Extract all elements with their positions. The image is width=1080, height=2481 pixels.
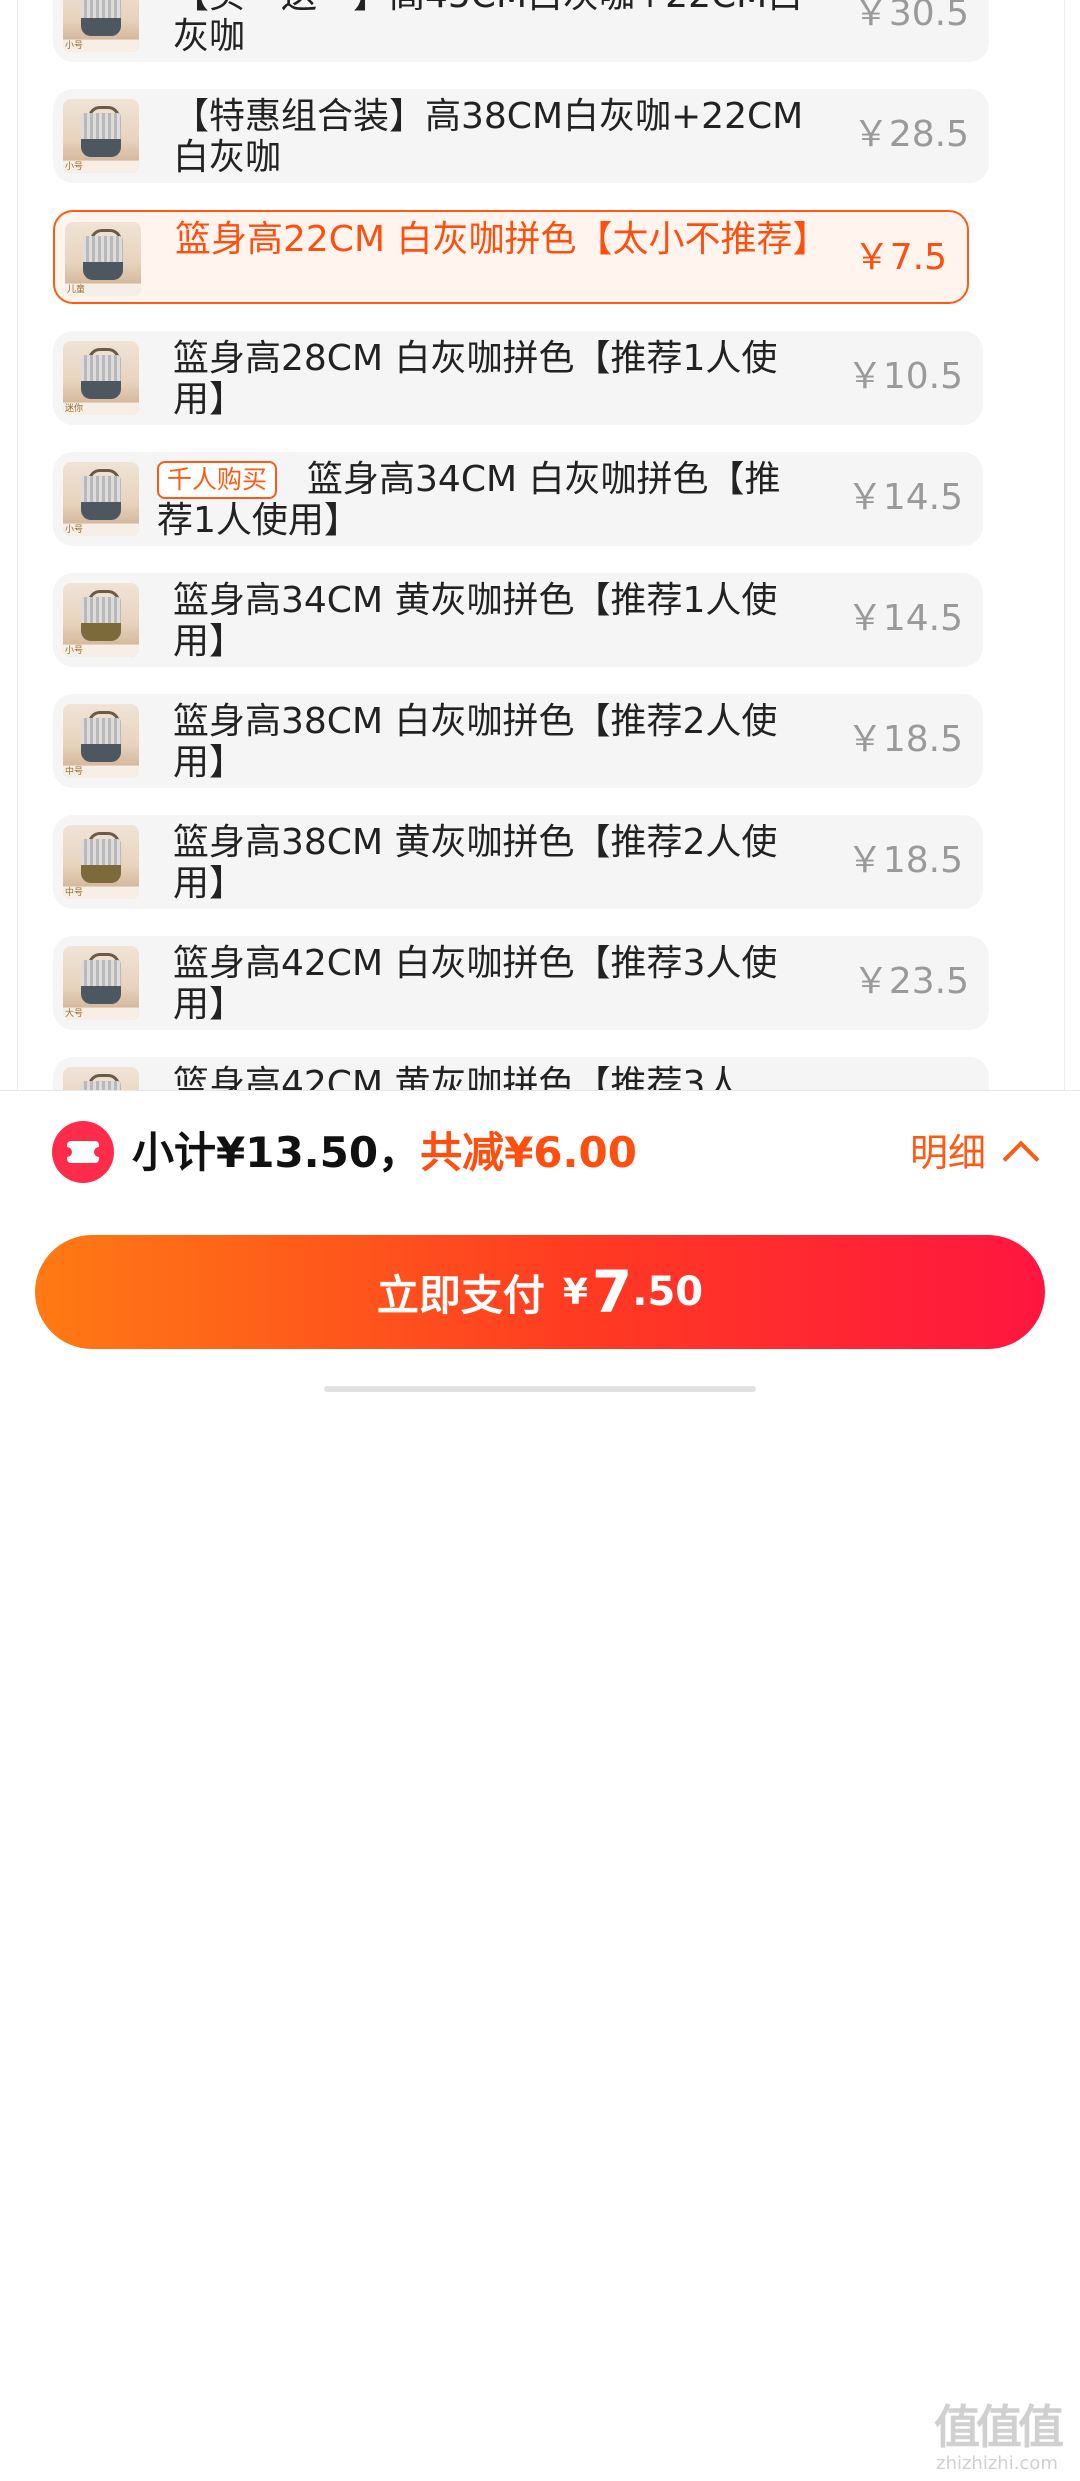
basket-band bbox=[81, 381, 121, 399]
sku-thumbnail: 小号 bbox=[63, 583, 139, 657]
sku-name: 篮身高38CM 白灰咖拼色【推荐2人使用】 bbox=[173, 701, 813, 783]
pay-amount-integer: 7 bbox=[591, 1258, 633, 1326]
basket-band bbox=[81, 986, 121, 1004]
sku-option[interactable]: 小号 【买一送一】高45CM白灰咖+22CM白灰咖 ￥30.5 bbox=[53, 0, 989, 62]
pay-amount-decimal: .50 bbox=[632, 1269, 704, 1315]
popular-badge: 千人购买 bbox=[157, 461, 278, 499]
sku-price: ￥18.5 bbox=[846, 719, 963, 760]
sku-name-text: 篮身高42CM 黄灰咖拼色【推荐3人 bbox=[173, 1064, 742, 1091]
sku-option[interactable]: 中号 篮身高38CM 黄灰咖拼色【推荐2人使用】 ￥18.5 bbox=[53, 815, 983, 909]
sku-name-text: 篮身高22CM 白灰咖拼色【太小不推荐】 bbox=[175, 219, 829, 260]
sku-name-text: 篮身高34CM 黄灰咖拼色【推荐1人使用】 bbox=[173, 580, 778, 662]
sku-price: ￥7.5 bbox=[853, 237, 947, 278]
sku-option[interactable]: 小号 千人购买 篮身高34CM 白灰咖拼色【推荐1人使用】 ￥14.5 bbox=[53, 452, 983, 546]
sku-thumb-label: 小号 bbox=[65, 525, 84, 535]
sku-name: 篮身高42CM 黄灰咖拼色【推荐3人 bbox=[173, 1064, 813, 1091]
sku-name: 篮身高34CM 黄灰咖拼色【推荐1人使用】 bbox=[173, 580, 813, 662]
basket-band bbox=[81, 623, 121, 641]
sku-price: ￥18.5 bbox=[846, 840, 963, 881]
sku-name-text: 【买一送一】高45CM白灰咖+22CM白灰咖 bbox=[173, 0, 803, 57]
sku-thumb-label: 大号 bbox=[65, 1009, 84, 1019]
sku-name-text: 篮身高38CM 黄灰咖拼色【推荐2人使用】 bbox=[173, 822, 778, 904]
sku-name: 【特惠组合装】高38CM白灰咖+22CM白灰咖 bbox=[173, 96, 813, 178]
home-indicator bbox=[324, 1386, 756, 1392]
watermark-mark: 值值值 bbox=[934, 2400, 1064, 2454]
sku-option[interactable]: 小号 篮身高34CM 黄灰咖拼色【推荐1人使用】 ￥14.5 bbox=[53, 573, 983, 667]
watermark-site: zhizhizhi.com bbox=[936, 2453, 1058, 2474]
sku-name-text: 篮身高42CM 白灰咖拼色【推荐3人使用】 bbox=[173, 943, 778, 1025]
ticket-shape bbox=[62, 1141, 104, 1163]
sku-name-text: 【特惠组合装】高38CM白灰咖+22CM白灰咖 bbox=[173, 96, 804, 178]
sku-option[interactable]: 大号 篮身高42CM 白灰咖拼色【推荐3人使用】 ￥23.5 bbox=[53, 936, 989, 1030]
sku-option[interactable]: 大号 篮身高42CM 黄灰咖拼色【推荐3人 bbox=[53, 1057, 989, 1090]
sku-option[interactable]: 小号 【特惠组合装】高38CM白灰咖+22CM白灰咖 ￥28.5 bbox=[53, 89, 989, 183]
basket-band bbox=[81, 18, 121, 36]
basket-band bbox=[81, 139, 121, 157]
sku-name: 篮身高42CM 白灰咖拼色【推荐3人使用】 bbox=[173, 943, 813, 1025]
basket-shape bbox=[81, 1081, 121, 1090]
discount-amount: 共减¥6.00 bbox=[420, 1128, 637, 1177]
sku-name: 【买一送一】高45CM白灰咖+22CM白灰咖 bbox=[173, 0, 813, 57]
checkout-bar: 小计¥13.50，共减¥6.00 明细 立即支付 ¥ 7 .50 值值值 zhi… bbox=[0, 1090, 1080, 2474]
pay-currency: ¥ bbox=[562, 1271, 588, 1313]
sku-thumb-label: 中号 bbox=[65, 767, 84, 777]
sku-name-text: 篮身高28CM 白灰咖拼色【推荐1人使用】 bbox=[173, 338, 778, 420]
sku-name: 篮身高28CM 白灰咖拼色【推荐1人使用】 bbox=[173, 338, 813, 420]
sku-thumb-label: 中号 bbox=[65, 888, 84, 898]
pay-now-button[interactable]: 立即支付 ¥ 7 .50 bbox=[35, 1235, 1045, 1349]
price-detail-button[interactable]: 明细 bbox=[910, 1127, 1040, 1179]
price-detail-label: 明细 bbox=[910, 1131, 987, 1175]
basket-band bbox=[83, 262, 123, 280]
sku-price: ￥14.5 bbox=[846, 598, 963, 639]
sku-name-text: 篮身高38CM 白灰咖拼色【推荐2人使用】 bbox=[173, 701, 778, 783]
sku-option[interactable]: 迷你 篮身高28CM 白灰咖拼色【推荐1人使用】 ￥10.5 bbox=[53, 331, 983, 425]
sku-thumbnail: 小号 bbox=[63, 0, 139, 52]
sku-thumbnail: 大号 bbox=[63, 1067, 139, 1090]
sku-thumb-label: 小号 bbox=[65, 41, 84, 51]
basket-band bbox=[81, 502, 121, 520]
sku-thumb-label: 儿童 bbox=[67, 285, 86, 295]
sku-name: 篮身高38CM 黄灰咖拼色【推荐2人使用】 bbox=[173, 822, 813, 904]
sku-thumbnail: 儿童 bbox=[65, 222, 141, 296]
subtotal-amount: 小计¥13.50， bbox=[132, 1128, 421, 1177]
sku-thumbnail: 小号 bbox=[63, 99, 139, 173]
sku-price: ￥28.5 bbox=[852, 114, 969, 155]
sku-thumbnail: 大号 bbox=[63, 946, 139, 1020]
chevron-up-icon bbox=[1002, 1140, 1040, 1178]
sku-thumb-label: 小号 bbox=[65, 646, 84, 656]
pay-now-label: 立即支付 bbox=[376, 1270, 545, 1320]
sku-price: ￥14.5 bbox=[846, 477, 963, 518]
sku-price: ￥30.5 bbox=[852, 0, 969, 34]
watermark-logo: 值值值 zhizhizhi.com bbox=[922, 2401, 1072, 2481]
sku-price: ￥10.5 bbox=[846, 356, 963, 397]
sku-thumbnail: 迷你 bbox=[63, 341, 139, 415]
sku-thumb-label: 小号 bbox=[65, 162, 84, 172]
basket-band bbox=[81, 744, 121, 762]
sku-thumbnail: 中号 bbox=[63, 825, 139, 899]
basket-band bbox=[81, 865, 121, 883]
coupon-ticket-icon bbox=[52, 1121, 114, 1183]
sku-thumb-label: 迷你 bbox=[65, 404, 84, 414]
subtotal-text: 小计¥13.50，共减¥6.00 bbox=[132, 1127, 637, 1179]
sku-name: 千人购买 篮身高34CM 白灰咖拼色【推荐1人使用】 bbox=[157, 459, 797, 541]
sku-sheet: 小号【买一送一】高45CM白灰咖+22CM白灰咖￥30.5小号【特惠组合装】高3… bbox=[17, 0, 1065, 1090]
sku-thumbnail: 中号 bbox=[63, 704, 139, 778]
sku-thumbnail: 小号 bbox=[63, 462, 139, 536]
sku-option[interactable]: 中号 篮身高38CM 白灰咖拼色【推荐2人使用】 ￥18.5 bbox=[53, 694, 983, 788]
sku-option[interactable]: 儿童 篮身高22CM 白灰咖拼色【太小不推荐】 ￥7.5 bbox=[53, 210, 969, 304]
sku-name: 篮身高22CM 白灰咖拼色【太小不推荐】 bbox=[175, 219, 828, 260]
sku-price: ￥23.5 bbox=[852, 961, 969, 1002]
